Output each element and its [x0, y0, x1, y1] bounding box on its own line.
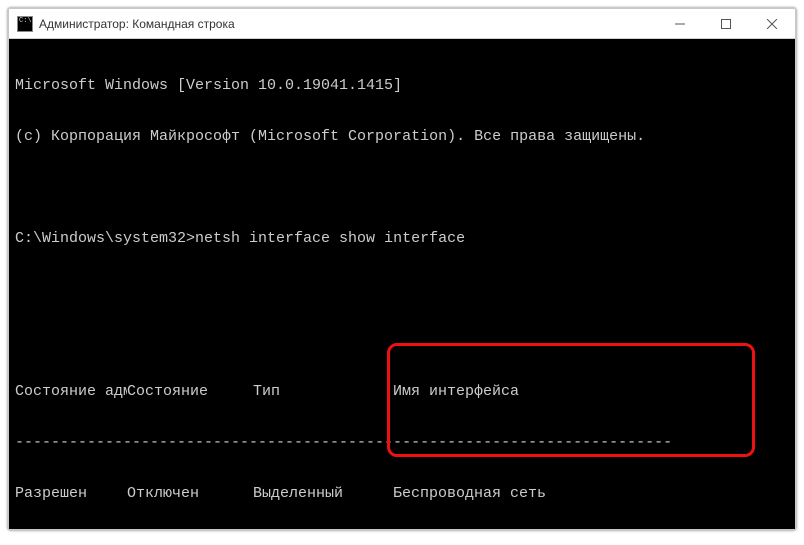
banner-line1: Microsoft Windows [Version 10.0.19041.14… [15, 77, 789, 94]
table-separator: ----------------------------------------… [15, 434, 789, 451]
close-button[interactable] [749, 9, 795, 39]
cmd-icon [17, 16, 33, 32]
maximize-button[interactable] [703, 9, 749, 39]
prompt-path: C:\Windows\system32> [15, 230, 195, 247]
header-type: Тип [253, 383, 393, 400]
interface-table: Состояние адм. Состояние Тип Имя интерфе… [15, 349, 789, 529]
banner-line2: (c) Корпорация Майкрософт (Microsoft Cor… [15, 128, 789, 145]
minimize-button[interactable] [657, 9, 703, 39]
table-row: Разрешен Отключен Выделенный Беспроводна… [15, 485, 789, 502]
header-admin-state: Состояние адм. [15, 383, 127, 400]
window-title: Администратор: Командная строка [39, 17, 235, 31]
table-header-row: Состояние адм. Состояние Тип Имя интерфе… [15, 383, 789, 400]
entered-command: netsh interface show interface [195, 230, 465, 247]
title-bar[interactable]: Администратор: Командная строка [9, 9, 795, 39]
cmd-window: Администратор: Командная строка Microsof… [7, 7, 797, 531]
prompt-line-1: C:\Windows\system32>netsh interface show… [15, 230, 789, 247]
header-state: Состояние [127, 383, 253, 400]
terminal-body[interactable]: Microsoft Windows [Version 10.0.19041.14… [9, 39, 795, 529]
header-iface: Имя интерфейса [393, 383, 789, 400]
